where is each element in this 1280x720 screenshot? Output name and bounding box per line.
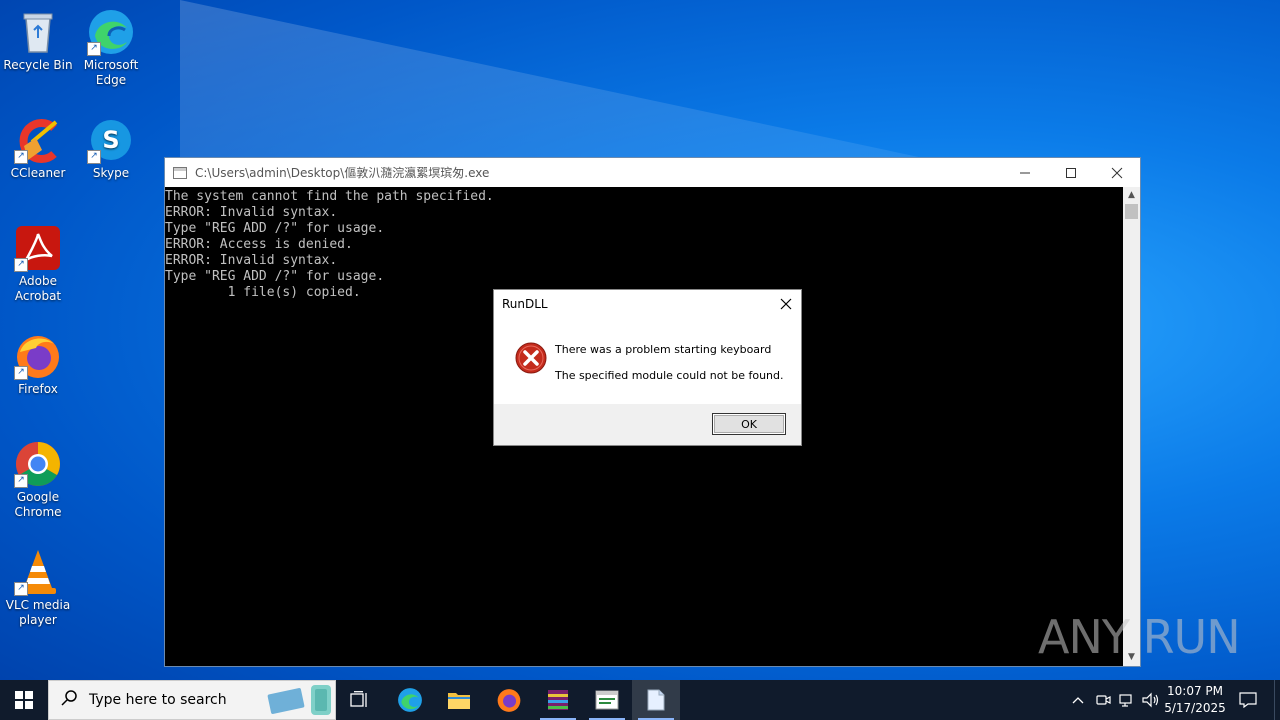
tray-notifications[interactable] — [1234, 680, 1262, 720]
tray-show-hidden-icons[interactable] — [1068, 680, 1088, 720]
console-line: ERROR: Access is denied. — [165, 237, 353, 252]
vlc-icon: ↗ — [14, 548, 62, 596]
taskbar-edge[interactable] — [386, 680, 434, 720]
console-line: ERROR: Invalid syntax. — [165, 205, 338, 220]
desktop-icon-label: Recycle Bin — [3, 58, 73, 72]
svg-text:S: S — [102, 126, 119, 154]
adobe-acrobat-icon: ↗ — [14, 224, 62, 272]
desktop-icon-google-chrome[interactable]: ↗ Google Chrome — [0, 440, 76, 520]
skype-icon: S ↗ — [87, 116, 135, 164]
taskbar-clock[interactable]: 10:07 PM 5/17/2025 — [1160, 683, 1230, 717]
scroll-up-icon[interactable]: ▲ — [1123, 187, 1140, 204]
folder-icon — [448, 693, 470, 709]
console-titlebar[interactable]: C:\Users\admin\Desktop\傴敦汃瀡浣瀛綤塓瑸匆.exe — [165, 158, 1140, 187]
dialog-titlebar[interactable]: RunDLL — [494, 290, 801, 318]
tray-meet-now[interactable] — [1092, 680, 1114, 720]
desktop-icon-skype[interactable]: S ↗ Skype — [73, 116, 149, 181]
dialog-title: RunDLL — [502, 297, 548, 311]
maximize-icon — [1066, 167, 1076, 178]
scrollbar-thumb[interactable] — [1125, 204, 1138, 219]
shortcut-arrow-icon: ↗ — [14, 150, 28, 164]
dialog-message-primary: There was a problem starting keyboard — [555, 343, 772, 356]
chevron-up-icon — [1072, 697, 1084, 704]
shortcut-arrow-icon: ↗ — [14, 258, 28, 272]
desktop-icon-edge[interactable]: ↗ Microsoft Edge — [73, 8, 149, 88]
meet-now-icon — [1096, 695, 1111, 705]
taskbar-search-box[interactable]: Type here to search — [48, 680, 336, 720]
ccleaner-icon: ↗ — [14, 116, 62, 164]
shortcut-arrow-icon: ↗ — [14, 366, 28, 380]
console-line: Type "REG ADD /?" for usage. — [165, 269, 385, 284]
console-line: Type "REG ADD /?" for usage. — [165, 221, 385, 236]
desktop-icon-label: Firefox — [18, 382, 58, 396]
dialog-close-button[interactable] — [771, 290, 801, 318]
desktop-icon-label: Skype — [92, 166, 130, 180]
shortcut-arrow-icon: ↗ — [87, 42, 101, 56]
desktop-icon-firefox[interactable]: ↗ Firefox — [0, 332, 76, 397]
taskbar-winrar[interactable] — [534, 680, 582, 720]
dialog-body: There was a problem starting keyboard Th… — [494, 318, 801, 404]
desktop-icon-label: Google Chrome — [14, 490, 62, 519]
console-line: ERROR: Invalid syntax. — [165, 253, 338, 268]
close-icon — [1111, 167, 1123, 178]
recycle-bin-icon — [14, 8, 62, 56]
taskbar: Type here to search 10:07 PM 5/17/2025 — [0, 680, 1280, 720]
rundll-dialog[interactable]: RunDLL There was a problem starting keyb… — [493, 289, 802, 446]
minimize-icon — [1020, 172, 1030, 173]
winrar-icon — [548, 690, 568, 710]
search-highlight-icon — [265, 682, 335, 718]
desktop-icon-ccleaner[interactable]: ↗ CCleaner — [0, 116, 76, 181]
taskbar-file-explorer[interactable] — [435, 680, 483, 720]
watermark-logo: ANY RUN — [1038, 610, 1241, 664]
close-button[interactable] — [1094, 158, 1140, 187]
maximize-button[interactable] — [1048, 158, 1094, 187]
firefox-icon: ↗ — [14, 332, 62, 380]
start-button[interactable] — [0, 680, 48, 720]
clock-date: 5/17/2025 — [1164, 701, 1226, 715]
taskbar-notepad[interactable] — [632, 680, 680, 720]
edge-icon: ↗ — [87, 8, 135, 56]
error-icon — [515, 342, 547, 374]
taskbar-task-view[interactable] — [336, 680, 384, 720]
show-desktop-button[interactable] — [1274, 680, 1280, 720]
shortcut-arrow-icon: ↗ — [87, 150, 101, 164]
desktop-icon-recycle-bin[interactable]: Recycle Bin — [0, 8, 76, 73]
taskbar-console-app[interactable] — [583, 680, 631, 720]
firefox-icon — [497, 689, 521, 712]
taskbar-firefox[interactable] — [485, 680, 533, 720]
edge-icon — [398, 688, 422, 712]
clock-time: 10:07 PM — [1167, 684, 1223, 698]
desktop-icon-label: CCleaner — [10, 166, 66, 180]
tray-network[interactable] — [1116, 680, 1138, 720]
console-app-icon — [173, 166, 187, 179]
task-view-icon — [350, 691, 367, 707]
dialog-message-secondary: The specified module could not be found. — [555, 369, 784, 382]
desktop-icon-vlc[interactable]: ↗ VLC media player — [0, 548, 76, 628]
minimize-button[interactable] — [1002, 158, 1048, 187]
shortcut-arrow-icon: ↗ — [14, 474, 28, 488]
console-title: C:\Users\admin\Desktop\傴敦汃瀡浣瀛綤塓瑸匆.exe — [195, 166, 490, 180]
ok-button[interactable]: OK — [712, 413, 786, 435]
console-app-icon — [595, 690, 619, 710]
desktop-icon-label: VLC media player — [5, 598, 71, 627]
search-placeholder: Type here to search — [89, 692, 227, 708]
search-icon — [61, 689, 81, 711]
shortcut-arrow-icon: ↗ — [14, 582, 28, 596]
close-icon — [780, 298, 792, 310]
console-scrollbar[interactable]: ▲ ▼ — [1123, 187, 1140, 666]
volume-icon — [1142, 692, 1159, 708]
tray-volume[interactable] — [1140, 680, 1162, 720]
desktop-icon-label: Microsoft Edge — [83, 58, 139, 87]
desktop-icon-label: Adobe Acrobat — [14, 274, 62, 303]
document-icon — [647, 689, 665, 711]
windows-logo-icon — [15, 691, 33, 709]
desktop-icon-adobe-acrobat[interactable]: ↗ Adobe Acrobat — [0, 224, 76, 304]
console-line: The system cannot find the path specifie… — [165, 189, 494, 204]
chrome-icon: ↗ — [14, 440, 62, 488]
dialog-footer: OK — [494, 404, 801, 445]
notification-icon — [1239, 692, 1257, 708]
network-icon — [1119, 694, 1132, 707]
